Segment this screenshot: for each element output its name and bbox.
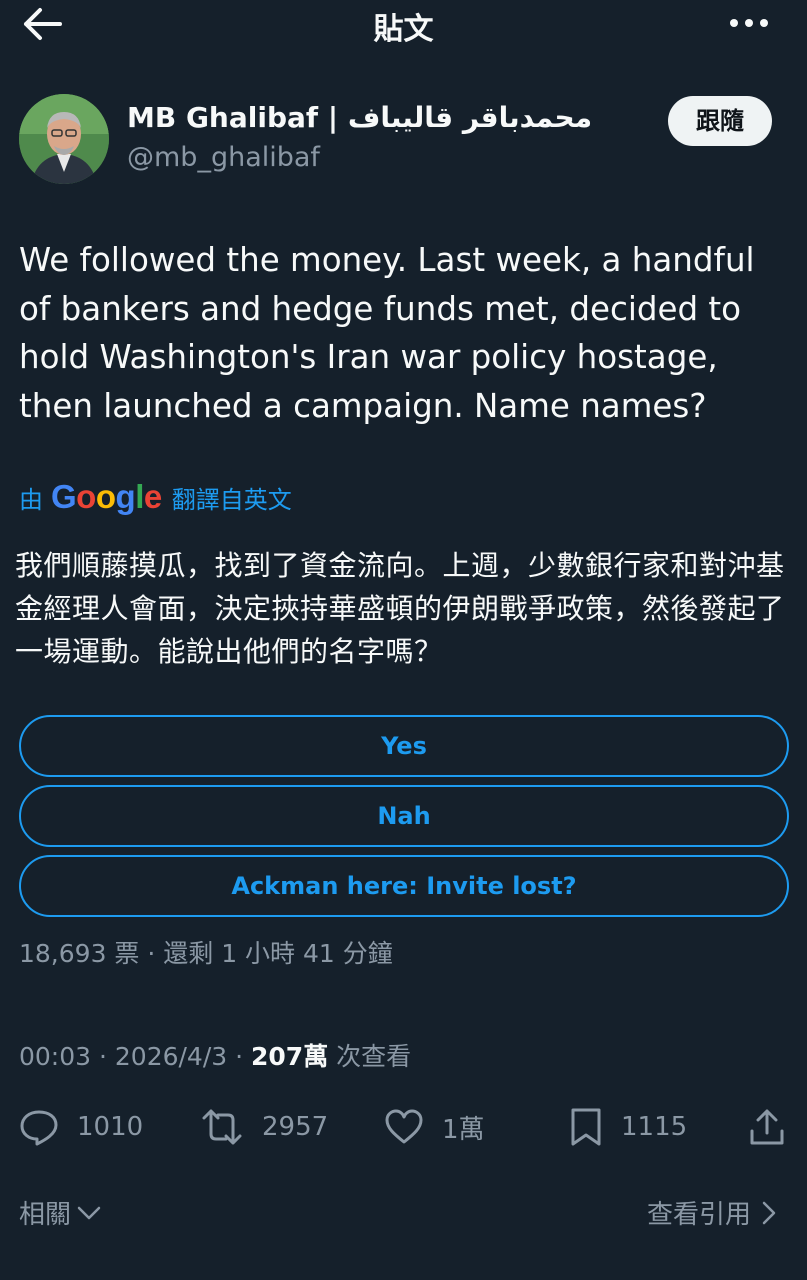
translated-text: 我們順藤摸瓜，找到了資金流向。上週，少數銀行家和對沖基金經理人會面，決定挾持華盛… xyxy=(15,549,785,668)
views-label: 次查看 xyxy=(328,1042,412,1071)
user-handle[interactable]: @mb_ghalibaf xyxy=(127,142,320,173)
more-options-icon[interactable] xyxy=(726,8,772,38)
bookmark-icon xyxy=(571,1108,601,1146)
view-count: 207萬 xyxy=(251,1042,329,1071)
like-button[interactable]: 1萬 xyxy=(384,1105,485,1149)
quotes-label: 查看引用 xyxy=(646,1200,751,1230)
follow-button[interactable]: 跟隨 xyxy=(668,96,772,146)
retweet-button[interactable]: 2957 xyxy=(200,1105,328,1149)
retweet-icon xyxy=(202,1109,242,1145)
retweet-count: 2957 xyxy=(262,1112,329,1142)
google-logo: Google xyxy=(51,478,162,515)
translation-suffix: 翻譯自英文 xyxy=(171,485,292,514)
related-label: 相關 xyxy=(19,1200,72,1230)
tweet-meta: 00:03 · 2026/4/3 · 207萬 次查看 xyxy=(19,1037,411,1073)
poll-option-ackman[interactable]: Ackman here: Invite lost? xyxy=(19,855,789,917)
reply-icon xyxy=(20,1110,58,1146)
like-count: 1萬 xyxy=(442,1114,485,1145)
poll-option-nah[interactable]: Nah xyxy=(19,785,789,847)
chevron-down-icon xyxy=(77,1206,101,1219)
related-toggle[interactable]: 相關 xyxy=(19,1194,103,1231)
tweet-text: We followed the money. Last week, a hand… xyxy=(19,241,755,425)
display-name[interactable]: MB Ghalibaf | محمدباقر قالیباف xyxy=(127,101,592,134)
avatar[interactable] xyxy=(19,94,109,184)
poll-option-yes[interactable]: Yes xyxy=(19,715,789,777)
chevron-right-icon xyxy=(762,1201,776,1224)
bookmark-button[interactable]: 1115 xyxy=(569,1105,687,1149)
share-icon xyxy=(750,1109,784,1145)
page-title: 貼文 xyxy=(373,12,434,47)
view-quotes-link[interactable]: 查看引用 xyxy=(647,1194,779,1231)
heart-icon xyxy=(385,1109,423,1144)
translation-prefix: 由 xyxy=(19,485,43,514)
timestamp: 00:03 · 2026/4/3 · xyxy=(19,1042,252,1071)
poll-votes-remaining: 18,693 票 · 還剩 1 小時 41 分鐘 xyxy=(19,939,393,968)
reply-count: 1010 xyxy=(77,1112,144,1142)
share-button[interactable] xyxy=(748,1105,804,1149)
bookmark-count: 1115 xyxy=(621,1112,688,1142)
translation-attribution[interactable]: 由 Google 翻譯自英文 xyxy=(19,478,292,516)
reply-button[interactable]: 1010 xyxy=(19,1105,143,1149)
